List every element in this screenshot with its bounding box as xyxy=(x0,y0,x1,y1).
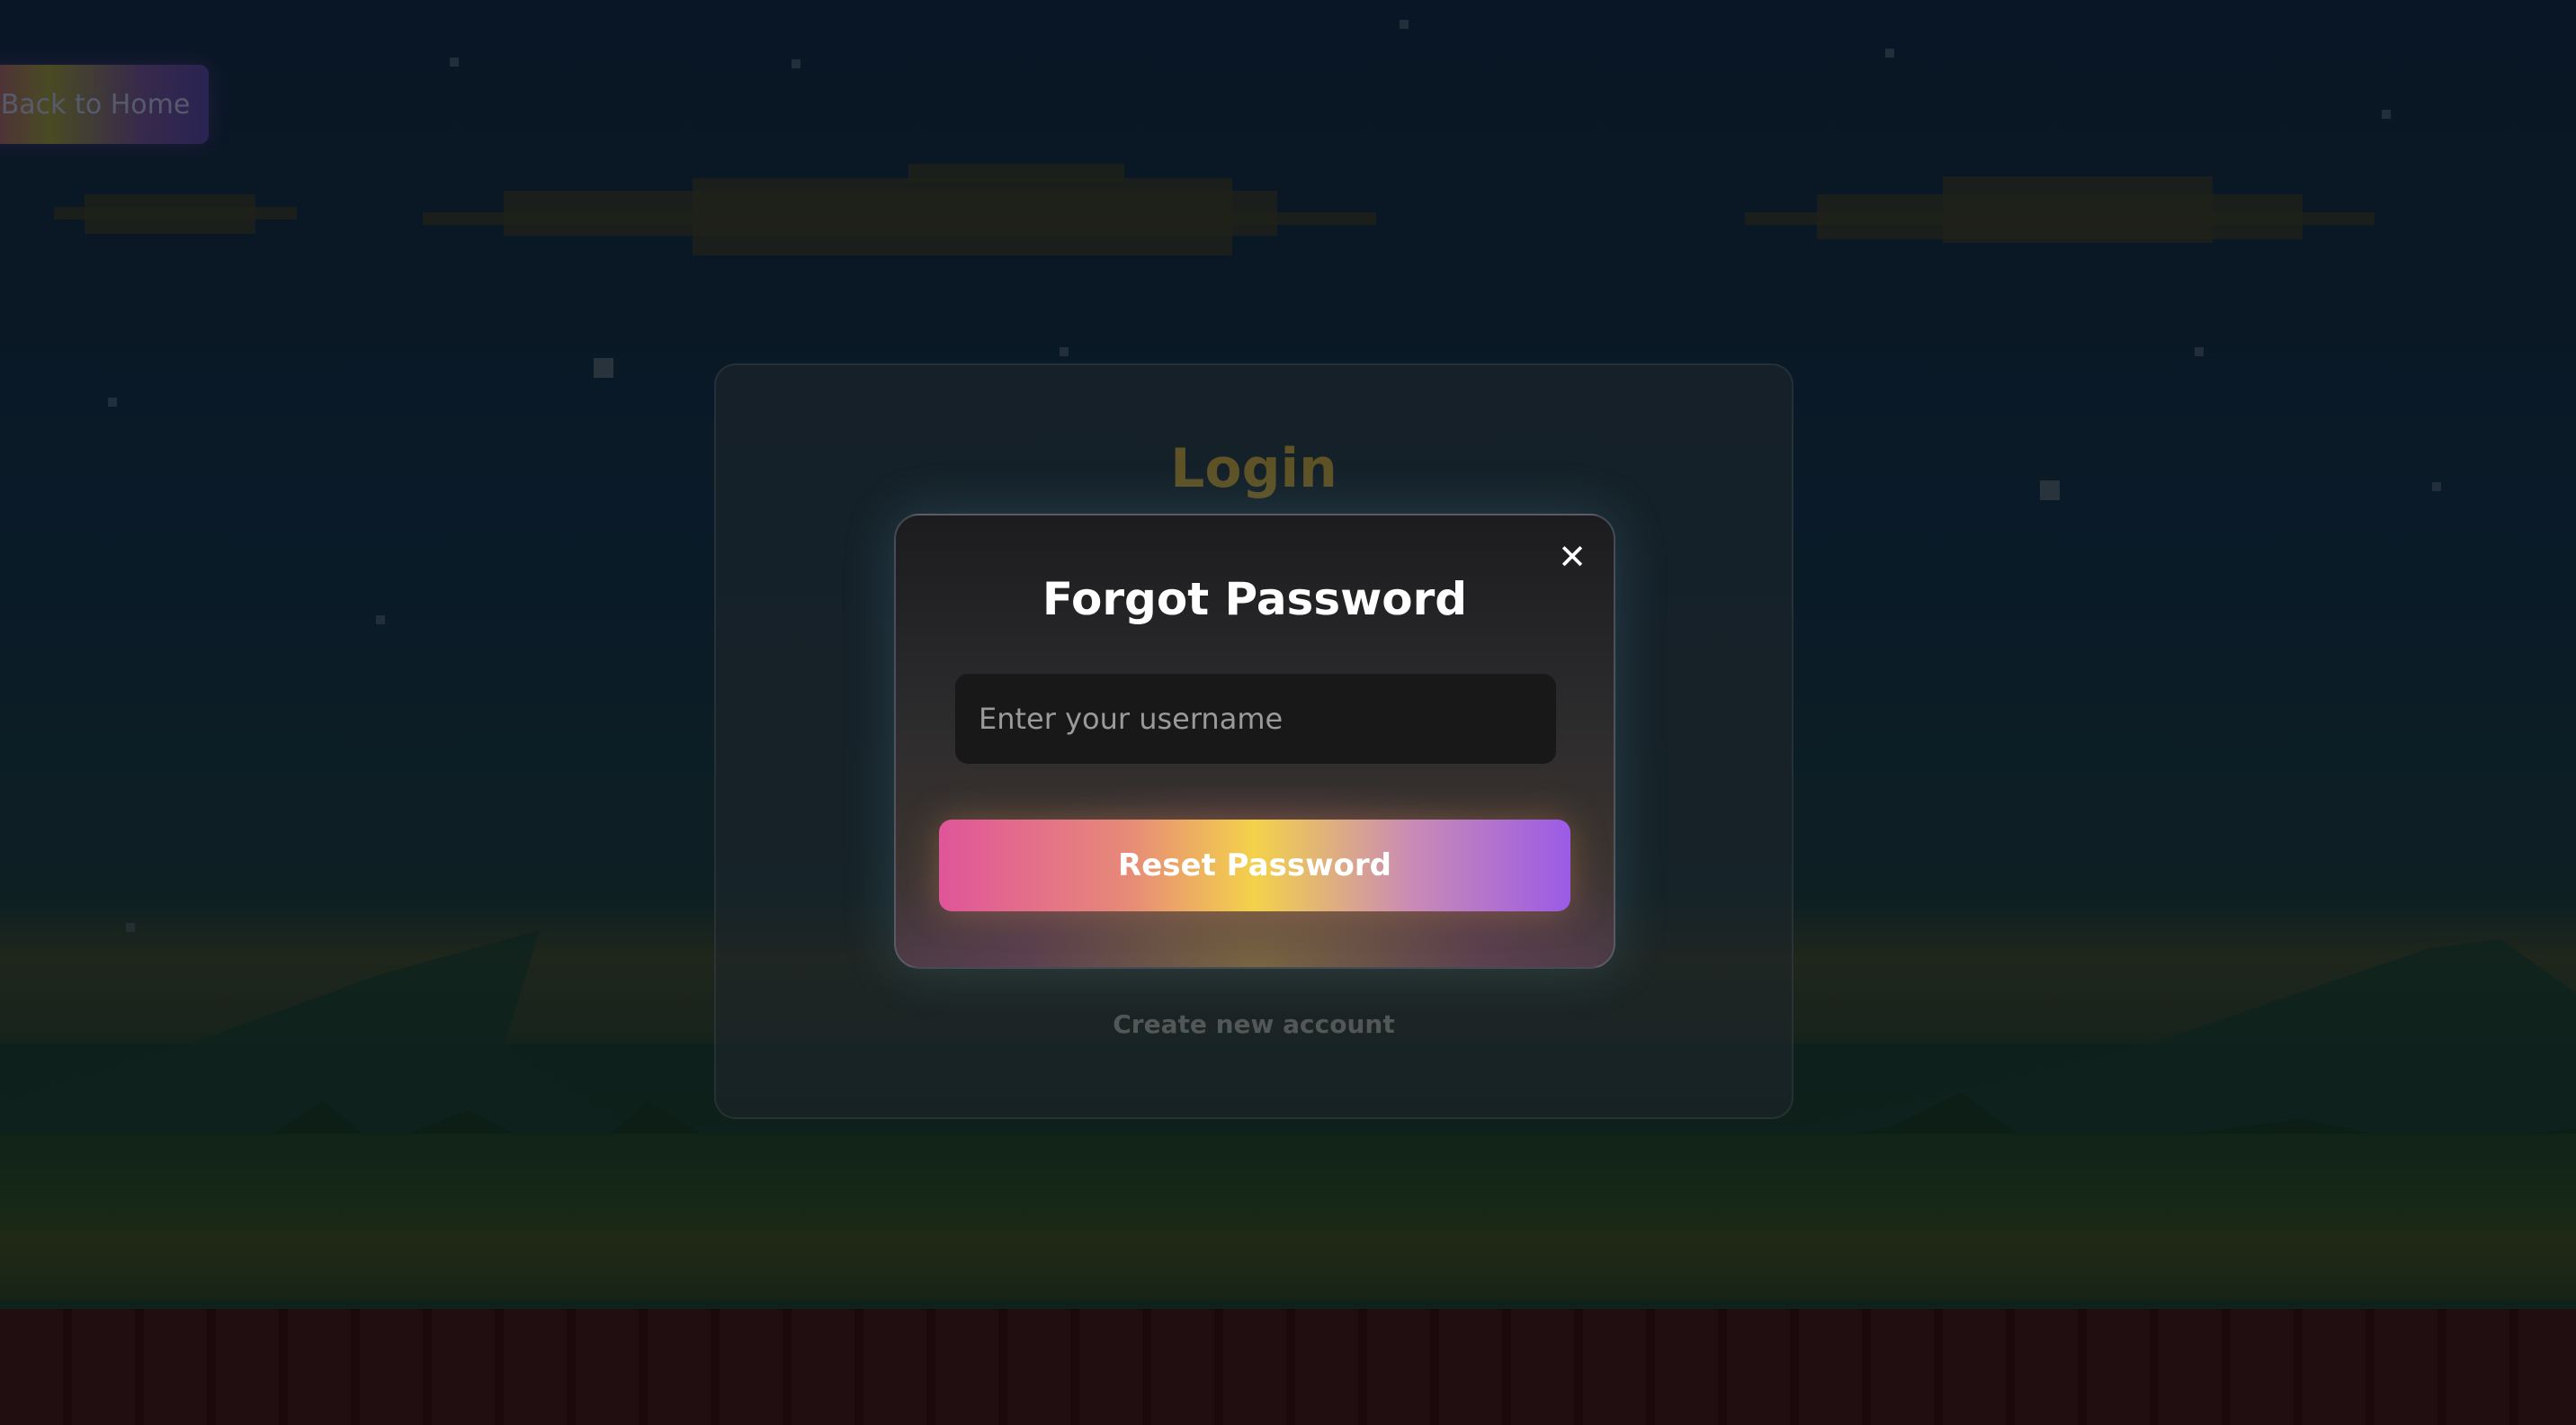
forgot-password-modal: ✕ Forgot Password Reset Password xyxy=(894,514,1615,969)
username-input[interactable] xyxy=(955,674,1556,764)
reset-password-button[interactable]: Reset Password xyxy=(939,820,1570,911)
close-icon: ✕ xyxy=(1558,537,1587,577)
page-background: Back to Home Login Create new account ✕ … xyxy=(0,0,2576,1425)
modal-title: Forgot Password xyxy=(1042,573,1468,625)
close-button[interactable]: ✕ xyxy=(1554,537,1590,577)
